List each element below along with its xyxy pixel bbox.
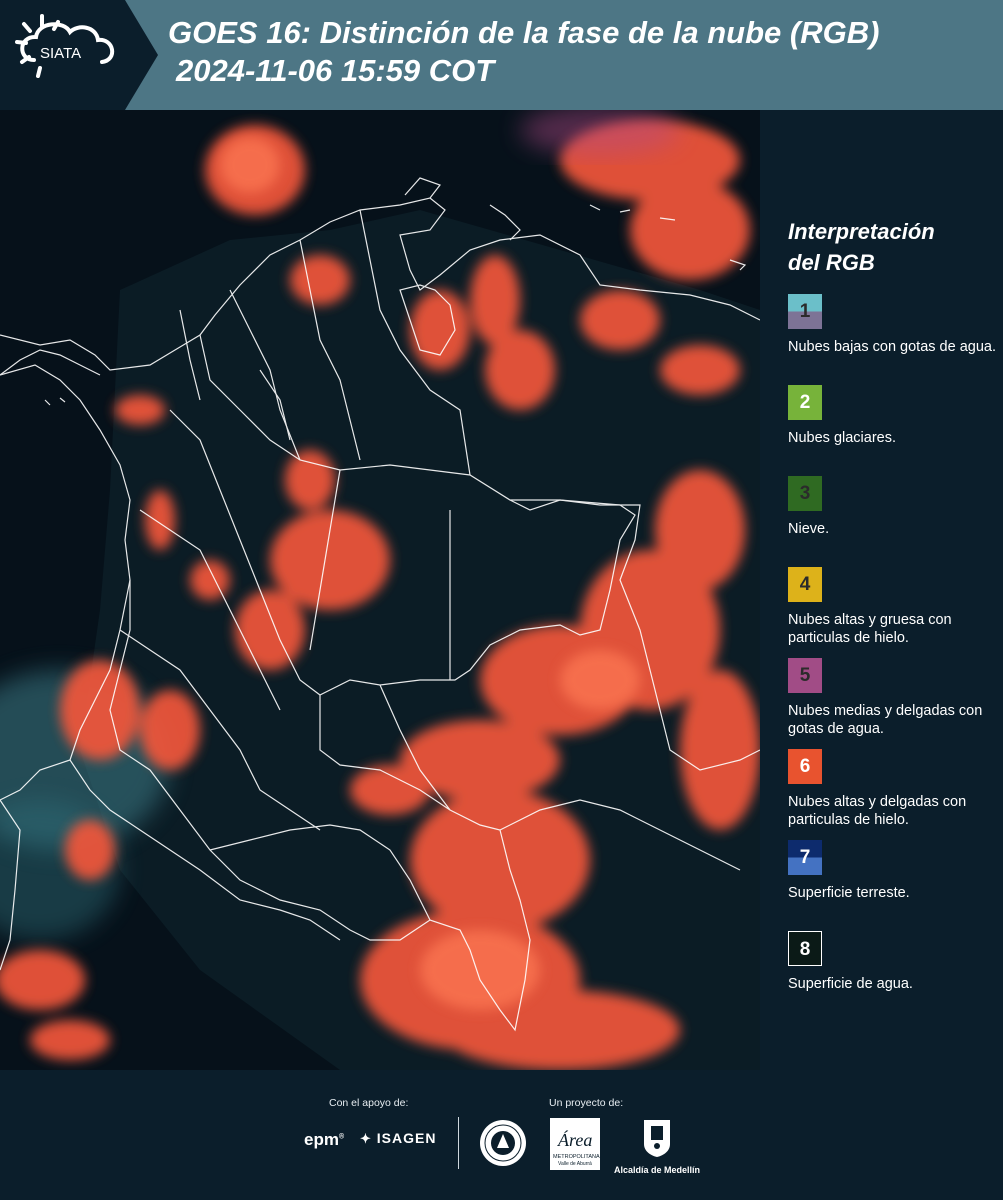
legend-label: Nieve. bbox=[788, 521, 830, 537]
area-metropolitana-icon: Área METROPOLITANA Valle de Aburrá bbox=[550, 1118, 600, 1170]
legend-item: 4 Nubes altas y gruesa con particulas de … bbox=[788, 567, 998, 658]
legend-title-line-1: Interpretación bbox=[788, 219, 935, 244]
logo-text: SIATA bbox=[40, 45, 81, 62]
area-metropolitana-logo[interactable]: Área METROPOLITANA Valle de Aburrá bbox=[550, 1118, 600, 1175]
legend-swatch: 3 bbox=[788, 476, 822, 511]
legend-label: Superficie terreste. bbox=[788, 885, 910, 901]
alcaldia-medellin-logo[interactable]: Alcaldía de Medellín bbox=[612, 1118, 702, 1175]
legend-label: Nubes bajas con gotas de agua. bbox=[788, 339, 996, 355]
legend-item: 3 Nieve. bbox=[788, 476, 998, 567]
legend-swatch: 7 bbox=[788, 840, 822, 875]
legend-items: 1 Nubes bajas con gotas de agua. 2 Nubes gl… bbox=[788, 294, 998, 1022]
area-logo-sub1: METROPOLITANA bbox=[553, 1154, 600, 1160]
legend-item: 1 Nubes bajas con gotas de agua. bbox=[788, 294, 998, 385]
legend-label: Nubes altas y delgadas con particulas de… bbox=[788, 794, 967, 828]
title-line-1: GOES 16: Distinción de la fase de la nub… bbox=[168, 15, 880, 50]
area-logo-text: Área bbox=[557, 1129, 592, 1150]
footer-divider bbox=[458, 1117, 459, 1169]
siata-logo[interactable]: SIATA bbox=[0, 0, 158, 110]
gobernacion-seal-icon[interactable] bbox=[478, 1118, 528, 1168]
header: SIATA GOES 16: Distinción de la fase de … bbox=[0, 0, 1003, 110]
legend-swatch: 2 bbox=[788, 385, 822, 420]
medellin-shield-icon bbox=[644, 1120, 670, 1157]
isagen-logo-text: ISAGEN bbox=[376, 1130, 437, 1146]
alcaldia-text: Alcaldía de Medellín bbox=[613, 1165, 701, 1175]
legend: Interpretación del RGB 1 Nubes bajas con … bbox=[788, 216, 998, 1022]
support-label: Con el apoyo de: bbox=[329, 1097, 409, 1109]
legend-label: Superficie de agua. bbox=[788, 976, 913, 992]
isagen-mark-icon: ✦ bbox=[360, 1131, 372, 1146]
title-line-2: 2024-11-06 15:59 COT bbox=[176, 53, 495, 88]
page-title: GOES 16: Distinción de la fase de la nub… bbox=[168, 14, 998, 90]
legend-item: 7 Superficie terreste. bbox=[788, 840, 998, 931]
legend-swatch: 8 bbox=[788, 931, 822, 966]
area-logo-sub2: Valle de Aburrá bbox=[558, 1161, 592, 1167]
legend-swatch: 1 bbox=[788, 294, 822, 329]
sun-cloud-icon: SIATA bbox=[15, 14, 114, 78]
legend-label: Nubes altas y gruesa con particulas de h… bbox=[788, 612, 952, 646]
epm-logo-text: epm bbox=[304, 1130, 339, 1149]
epm-logo[interactable]: epm® bbox=[304, 1130, 344, 1150]
legend-title: Interpretación del RGB bbox=[788, 216, 998, 278]
legend-label: Nubes glaciares. bbox=[788, 430, 896, 446]
isagen-logo[interactable]: ✦ ISAGEN bbox=[360, 1130, 436, 1147]
legend-title-line-2: del RGB bbox=[788, 250, 875, 275]
legend-label: Nubes medias y delgadas con gotas de agu… bbox=[788, 703, 983, 737]
legend-item: 2 Nubes glaciares. bbox=[788, 385, 998, 476]
legend-item: 5 Nubes medias y delgadas con gotas de ag… bbox=[788, 658, 998, 749]
legend-item: 6 Nubes altas y delgadas con particulas d… bbox=[788, 749, 998, 840]
footer: Con el apoyo de: Un proyecto de: epm® ✦ … bbox=[0, 1070, 1003, 1200]
legend-swatch: 5 bbox=[788, 658, 822, 693]
project-label: Un proyecto de: bbox=[549, 1097, 624, 1109]
satellite-map[interactable] bbox=[0, 110, 760, 1070]
legend-swatch: 6 bbox=[788, 749, 822, 784]
satellite-rgb-map-icon bbox=[0, 110, 760, 1070]
legend-item: 8 Superficie de agua. bbox=[788, 931, 998, 1022]
legend-swatch: 4 bbox=[788, 567, 822, 602]
